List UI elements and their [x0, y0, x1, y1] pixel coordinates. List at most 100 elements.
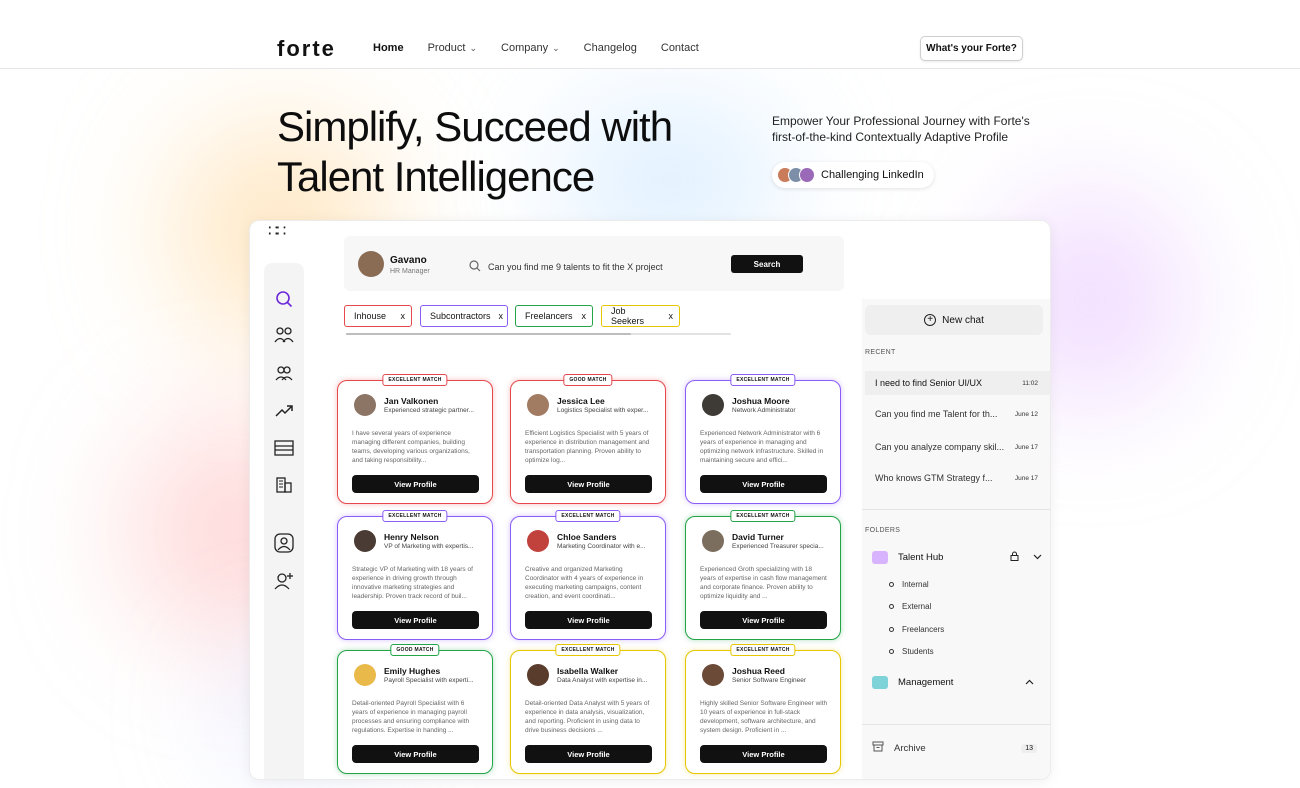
view-profile-button[interactable]: View Profile [352, 611, 479, 629]
circle-icon [889, 649, 894, 654]
hero-title-line-2: Talent Intelligence [277, 153, 595, 200]
view-profile-button[interactable]: View Profile [700, 611, 827, 629]
talent-card[interactable]: EXCELLENT MATCH Henry Nelson VP of Marke… [337, 510, 493, 640]
nav-links: Home Product ⌄ Company ⌄ Changelog Contact [373, 42, 699, 54]
match-badge: EXCELLENT MATCH [730, 644, 796, 656]
search-button[interactable]: Search [731, 255, 803, 273]
talent-name: Chloe Sanders [557, 532, 617, 542]
chevron-up-icon[interactable] [1025, 677, 1034, 688]
recent-chat-title: Can you analyze company skil... [875, 442, 1005, 452]
app-sidebar [264, 263, 304, 779]
pill-label: Challenging LinkedIn [821, 169, 924, 181]
avatar [702, 530, 724, 552]
nav-product[interactable]: Product ⌄ [428, 42, 477, 54]
view-profile-button[interactable]: View Profile [525, 611, 652, 629]
chevron-down-icon: ⌄ [552, 42, 560, 53]
profile-icon[interactable] [274, 533, 294, 553]
whats-your-forte-button[interactable]: What's your Forte? [920, 36, 1023, 61]
filter-scrollbar[interactable] [346, 333, 731, 335]
subfolder-internal[interactable]: Internal [889, 580, 929, 589]
talent-name: Joshua Moore [732, 396, 790, 406]
nav-contact[interactable]: Contact [661, 42, 699, 54]
talent-card[interactable]: EXCELLENT MATCH David Turner Experienced… [685, 510, 841, 640]
talents-icon[interactable] [274, 325, 294, 345]
filter-job-seekers[interactable]: Job Seekers x [601, 305, 680, 327]
hero-title-line-1: Simplify, Succeed with [277, 103, 673, 150]
inbox-icon[interactable] [274, 438, 294, 458]
hero-subtitle: Empower Your Professional Journey with F… [772, 114, 1030, 144]
divider [862, 509, 1050, 510]
talent-card[interactable]: EXCELLENT MATCH Joshua Reed Senior Softw… [685, 644, 841, 774]
user-role: HR Manager [390, 268, 430, 275]
recent-chat-item[interactable]: Can you analyze company skil... June 17 [865, 435, 1050, 459]
avatar [354, 664, 376, 686]
match-badge: GOOD MATCH [563, 374, 613, 386]
lock-icon [1010, 551, 1019, 564]
nav-contact-label: Contact [660, 42, 699, 54]
new-chat-button[interactable]: + New chat [865, 305, 1043, 335]
subfolder-label: Internal [902, 580, 929, 589]
filter-inhouse[interactable]: Inhouse x [344, 305, 412, 327]
new-chat-label: New chat [942, 314, 984, 326]
chevron-down-icon[interactable] [1033, 552, 1042, 563]
talent-card[interactable]: GOOD MATCH Jessica Lee Logistics Special… [510, 374, 666, 504]
talent-role: Experienced strategic partner... [384, 407, 474, 414]
challenging-linkedin-pill[interactable]: Challenging LinkedIn [772, 162, 934, 188]
subfolder-students[interactable]: Students [889, 647, 934, 656]
forte-logo[interactable]: forte [277, 36, 336, 62]
view-profile-button[interactable]: View Profile [700, 745, 827, 763]
nav-home[interactable]: Home [373, 42, 404, 54]
avatar [527, 664, 549, 686]
search-input[interactable]: Can you find me 9 talents to fit the X p… [488, 262, 663, 272]
add-user-icon[interactable] [274, 571, 294, 591]
app-logo-icon: ∷∷ [268, 223, 286, 240]
search-panel: Gavano HR Manager Can you find me 9 tale… [344, 236, 844, 291]
user-name: Gavano [390, 255, 427, 266]
nav-product-label: Product [427, 42, 466, 54]
recent-chat-item[interactable]: I need to find Senior UI/UX 11:02 [865, 371, 1050, 395]
talent-card[interactable]: EXCELLENT MATCH Jan Valkonen Experienced… [337, 374, 493, 504]
view-profile-button[interactable]: View Profile [352, 745, 479, 763]
view-profile-button[interactable]: View Profile [352, 475, 479, 493]
talent-card[interactable]: EXCELLENT MATCH Joshua Moore Network Adm… [685, 374, 841, 504]
remove-filter-icon[interactable]: x [582, 311, 587, 321]
recent-chat-item[interactable]: Can you find me Talent for th... June 12 [865, 402, 1050, 426]
filter-subcontractors[interactable]: Subcontractors x [420, 305, 508, 327]
app-preview: ∷∷ Gavano HR Manager Can you find me 9 t… [249, 220, 1051, 780]
remove-filter-icon[interactable]: x [401, 311, 406, 321]
remove-filter-icon[interactable]: x [499, 311, 504, 321]
filter-label: Inhouse [354, 311, 387, 321]
archive-item[interactable]: Archive 13 [872, 741, 1037, 755]
folder-talent-hub[interactable]: Talent Hub [872, 551, 1042, 564]
recent-chat-title: Who knows GTM Strategy f... [875, 473, 993, 483]
view-profile-button[interactable]: View Profile [700, 475, 827, 493]
talent-name: Isabella Walker [557, 666, 619, 676]
teams-icon[interactable] [274, 363, 294, 383]
talent-description: Strategic VP of Marketing with 18 years … [352, 566, 473, 600]
nav-company[interactable]: Company ⌄ [501, 42, 560, 54]
subfolder-label: External [902, 602, 932, 611]
filter-label: Job Seekers [611, 306, 645, 326]
subfolder-freelancers[interactable]: Freelancers [889, 625, 944, 634]
company-building-icon[interactable] [274, 475, 294, 495]
talent-card[interactable]: GOOD MATCH Emily Hughes Payroll Speciali… [337, 644, 493, 774]
subfolder-external[interactable]: External [889, 602, 931, 611]
recent-chat-item[interactable]: Who knows GTM Strategy f... June 17 [865, 466, 1050, 490]
filter-label: Freelancers [525, 311, 573, 321]
search-icon[interactable] [274, 289, 294, 309]
match-badge: EXCELLENT MATCH [555, 644, 621, 656]
view-profile-button[interactable]: View Profile [525, 475, 652, 493]
talent-card[interactable]: EXCELLENT MATCH Isabella Walker Data Ana… [510, 644, 666, 774]
talent-name: Emily Hughes [384, 666, 441, 676]
folder-management[interactable]: Management [872, 676, 1042, 689]
view-profile-button[interactable]: View Profile [525, 745, 652, 763]
avatar [354, 530, 376, 552]
remove-filter-icon[interactable]: x [669, 311, 674, 321]
talent-name: Henry Nelson [384, 532, 439, 542]
match-badge: EXCELLENT MATCH [730, 510, 796, 522]
nav-changelog[interactable]: Changelog [584, 42, 637, 54]
filter-freelancers[interactable]: Freelancers x [515, 305, 593, 327]
trending-icon[interactable] [274, 401, 294, 421]
archive-icon [872, 741, 884, 755]
talent-card[interactable]: EXCELLENT MATCH Chloe Sanders Marketing … [510, 510, 666, 640]
